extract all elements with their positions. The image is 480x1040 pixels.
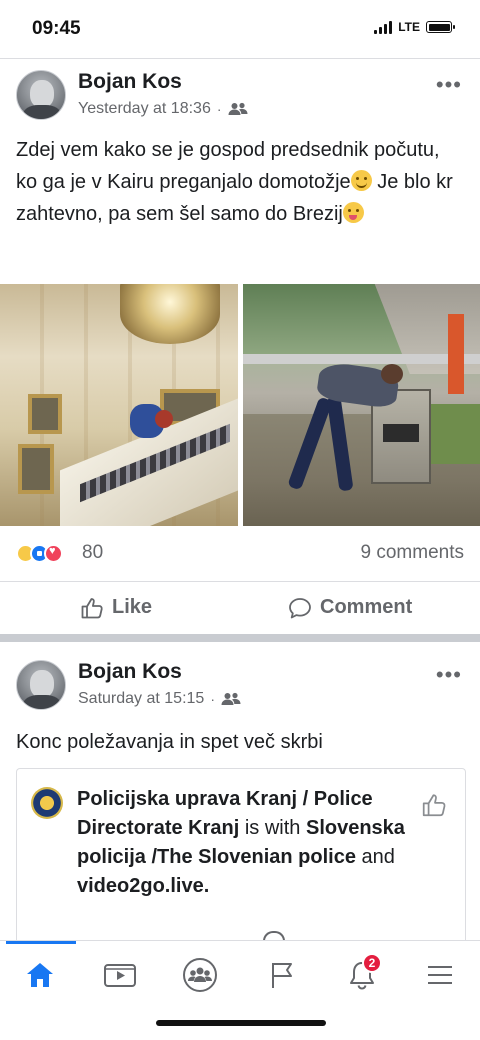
post-text: Konc poležavanja in spet več skrbi [16,731,323,753]
thumbs-up-icon [81,597,103,618]
post-actions: Like Comment [0,581,480,633]
friends-icon [228,102,248,116]
flag-icon[interactable] [262,955,302,995]
police-badge-icon [31,787,63,819]
home-icon[interactable] [20,955,60,995]
author-name[interactable]: Bojan Kos [78,660,182,684]
more-options-icon[interactable]: ••• [436,662,462,688]
smile-emoji-icon [350,170,372,191]
battery-icon [426,21,455,33]
comment-button[interactable]: Comment [288,596,412,619]
avatar[interactable] [16,70,66,120]
post-photo-outdoor[interactable] [243,284,480,526]
divider [0,58,480,59]
reaction-count[interactable]: 80 [82,542,103,564]
active-tab-indicator [6,941,76,944]
friends-icon [221,692,241,706]
post-meta: Saturday at 15:15 · [78,690,241,708]
status-time: 09:45 [32,18,81,39]
love-reaction-icon [44,544,63,563]
post-photo-interior[interactable] [0,284,238,526]
bell-icon[interactable]: 2 [342,953,382,995]
groups-icon[interactable] [180,955,220,995]
tongue-emoji-icon [342,202,364,223]
notification-badge: 2 [362,953,382,973]
more-options-icon[interactable]: ••• [436,72,462,98]
like-button[interactable]: Like [80,596,152,619]
network-label: LTE [398,20,420,34]
post-header: Bojan Kos Yesterday at 18:36 · ••• [0,70,480,138]
post-header: Bojan Kos Saturday at 15:15 · ••• [0,660,480,728]
post-text: Zdej vem kako se je gospod predsednik po… [16,139,453,225]
thumbs-up-icon[interactable] [421,793,447,822]
shared-post-header: Policijska uprava Kranj / Police Directo… [77,788,405,897]
home-indicator[interactable] [156,1020,326,1026]
reactions-summary: 80 9 comments [0,526,480,580]
comment-count[interactable]: 9 comments [361,542,464,564]
like-label: Like [112,596,153,618]
status-bar: 09:45 LTE [0,0,480,58]
comment-bubble-icon [289,597,311,618]
author-name[interactable]: Bojan Kos [78,70,182,94]
menu-icon[interactable] [420,955,460,995]
post-timestamp[interactable]: Saturday at 15:15 [78,690,204,708]
feed-separator [0,634,480,642]
comment-label: Comment [320,596,413,618]
signal-icon [374,20,393,34]
shared-post-card[interactable]: Policijska uprava Kranj / Police Directo… [16,768,466,968]
tagged-page-2[interactable]: video2go.live. [77,875,209,897]
post-timestamp[interactable]: Yesterday at 18:36 [78,100,211,118]
post-meta: Yesterday at 18:36 · [78,100,248,118]
status-indicators: LTE [374,20,455,34]
reaction-icons[interactable] [16,544,63,563]
avatar[interactable] [16,660,66,710]
video-icon[interactable] [100,955,140,995]
photo-grid [0,284,480,526]
